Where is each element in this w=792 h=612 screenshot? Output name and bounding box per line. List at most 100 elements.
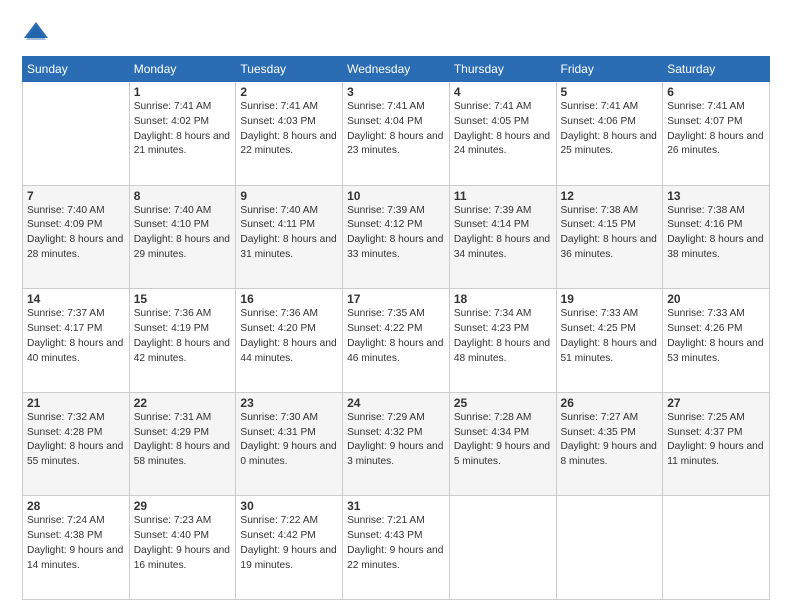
calendar-cell: 30 Sunrise: 7:22 AMSunset: 4:42 PMDayligh… bbox=[236, 496, 343, 600]
day-number: 3 bbox=[347, 85, 445, 99]
day-number: 20 bbox=[667, 292, 765, 306]
day-number: 15 bbox=[134, 292, 232, 306]
day-header-thursday: Thursday bbox=[449, 57, 556, 82]
day-number: 27 bbox=[667, 396, 765, 410]
calendar-cell: 12 Sunrise: 7:38 AMSunset: 4:15 PMDayligh… bbox=[556, 185, 663, 289]
day-number: 9 bbox=[240, 189, 338, 203]
calendar-cell: 25 Sunrise: 7:28 AMSunset: 4:34 PMDayligh… bbox=[449, 392, 556, 496]
calendar-week-1: 1Sunrise: 7:41 AMSunset: 4:02 PMDaylight… bbox=[23, 82, 770, 186]
calendar-cell: 3 Sunrise: 7:41 AMSunset: 4:04 PMDaylight… bbox=[343, 82, 450, 186]
day-number: 29 bbox=[134, 499, 232, 513]
day-number: 31 bbox=[347, 499, 445, 513]
calendar-cell bbox=[556, 496, 663, 600]
calendar-cell: 2 Sunrise: 7:41 AMSunset: 4:03 PMDaylight… bbox=[236, 82, 343, 186]
day-info: Sunrise: 7:38 AMSunset: 4:16 PMDaylight:… bbox=[667, 205, 763, 260]
day-info: Sunrise: 7:34 AMSunset: 4:23 PMDaylight:… bbox=[454, 308, 550, 363]
calendar-cell: 7 Sunrise: 7:40 AMSunset: 4:09 PMDaylight… bbox=[23, 185, 130, 289]
calendar-cell: 31Sunrise: 7:21 AMSunset: 4:43 PMDayligh… bbox=[343, 496, 450, 600]
calendar-cell: 18 Sunrise: 7:34 AMSunset: 4:23 PMDayligh… bbox=[449, 289, 556, 393]
day-number: 22 bbox=[134, 396, 232, 410]
day-number: 5 bbox=[561, 85, 659, 99]
day-number: 19 bbox=[561, 292, 659, 306]
day-number: 26 bbox=[561, 396, 659, 410]
day-number: 21 bbox=[27, 396, 125, 410]
calendar-table: SundayMondayTuesdayWednesdayThursdayFrid… bbox=[22, 56, 770, 600]
day-info: Sunrise: 7:41 AMSunset: 4:04 PMDaylight:… bbox=[347, 101, 443, 156]
day-info: Sunrise: 7:32 AMSunset: 4:28 PMDaylight:… bbox=[27, 412, 123, 467]
calendar-cell bbox=[663, 496, 770, 600]
day-info: Sunrise: 7:28 AMSunset: 4:34 PMDaylight:… bbox=[454, 412, 550, 467]
day-info: Sunrise: 7:33 AMSunset: 4:26 PMDaylight:… bbox=[667, 308, 763, 363]
day-number: 16 bbox=[240, 292, 338, 306]
calendar-cell: 26 Sunrise: 7:27 AMSunset: 4:35 PMDayligh… bbox=[556, 392, 663, 496]
day-number: 13 bbox=[667, 189, 765, 203]
day-info: Sunrise: 7:40 AMSunset: 4:10 PMDaylight:… bbox=[134, 205, 230, 260]
day-info: Sunrise: 7:29 AMSunset: 4:32 PMDaylight:… bbox=[347, 412, 443, 467]
day-info: Sunrise: 7:25 AMSunset: 4:37 PMDaylight:… bbox=[667, 412, 763, 467]
day-info: Sunrise: 7:41 AMSunset: 4:05 PMDaylight:… bbox=[454, 101, 550, 156]
day-number: 18 bbox=[454, 292, 552, 306]
calendar-week-5: 28 Sunrise: 7:24 AMSunset: 4:38 PMDayligh… bbox=[23, 496, 770, 600]
day-info: Sunrise: 7:33 AMSunset: 4:25 PMDaylight:… bbox=[561, 308, 657, 363]
day-number: 4 bbox=[454, 85, 552, 99]
day-number: 25 bbox=[454, 396, 552, 410]
day-info: Sunrise: 7:30 AMSunset: 4:31 PMDaylight:… bbox=[240, 412, 336, 467]
calendar-week-2: 7 Sunrise: 7:40 AMSunset: 4:09 PMDaylight… bbox=[23, 185, 770, 289]
day-number: 30 bbox=[240, 499, 338, 513]
calendar-cell: 17 Sunrise: 7:35 AMSunset: 4:22 PMDayligh… bbox=[343, 289, 450, 393]
day-info: Sunrise: 7:24 AMSunset: 4:38 PMDaylight:… bbox=[27, 515, 123, 570]
day-info: Sunrise: 7:37 AMSunset: 4:17 PMDaylight:… bbox=[27, 308, 123, 363]
calendar-cell: 1Sunrise: 7:41 AMSunset: 4:02 PMDaylight… bbox=[129, 82, 236, 186]
day-number: 12 bbox=[561, 189, 659, 203]
day-info: Sunrise: 7:36 AMSunset: 4:19 PMDaylight:… bbox=[134, 308, 230, 363]
day-info: Sunrise: 7:36 AMSunset: 4:20 PMDaylight:… bbox=[240, 308, 336, 363]
day-header-tuesday: Tuesday bbox=[236, 57, 343, 82]
day-info: Sunrise: 7:41 AMSunset: 4:07 PMDaylight:… bbox=[667, 101, 763, 156]
calendar-cell: 6 Sunrise: 7:41 AMSunset: 4:07 PMDaylight… bbox=[663, 82, 770, 186]
calendar-cell bbox=[23, 82, 130, 186]
calendar-cell: 13 Sunrise: 7:38 AMSunset: 4:16 PMDayligh… bbox=[663, 185, 770, 289]
calendar-cell: 15 Sunrise: 7:36 AMSunset: 4:19 PMDayligh… bbox=[129, 289, 236, 393]
day-header-sunday: Sunday bbox=[23, 57, 130, 82]
day-info: Sunrise: 7:40 AMSunset: 4:09 PMDaylight:… bbox=[27, 205, 123, 260]
day-number: 17 bbox=[347, 292, 445, 306]
day-number: 11 bbox=[454, 189, 552, 203]
calendar-cell: 16 Sunrise: 7:36 AMSunset: 4:20 PMDayligh… bbox=[236, 289, 343, 393]
day-info: Sunrise: 7:35 AMSunset: 4:22 PMDaylight:… bbox=[347, 308, 443, 363]
day-info: Sunrise: 7:27 AMSunset: 4:35 PMDaylight:… bbox=[561, 412, 657, 467]
calendar-cell: 4 Sunrise: 7:41 AMSunset: 4:05 PMDaylight… bbox=[449, 82, 556, 186]
calendar-cell: 11 Sunrise: 7:39 AMSunset: 4:14 PMDayligh… bbox=[449, 185, 556, 289]
calendar-cell: 29Sunrise: 7:23 AMSunset: 4:40 PMDayligh… bbox=[129, 496, 236, 600]
logo-icon bbox=[22, 18, 50, 46]
day-number: 7 bbox=[27, 189, 125, 203]
calendar-cell: 23 Sunrise: 7:30 AMSunset: 4:31 PMDayligh… bbox=[236, 392, 343, 496]
day-info: Sunrise: 7:41 AMSunset: 4:06 PMDaylight:… bbox=[561, 101, 657, 156]
calendar-cell: 8 Sunrise: 7:40 AMSunset: 4:10 PMDaylight… bbox=[129, 185, 236, 289]
day-info: Sunrise: 7:39 AMSunset: 4:14 PMDaylight:… bbox=[454, 205, 550, 260]
calendar-header-row: SundayMondayTuesdayWednesdayThursdayFrid… bbox=[23, 57, 770, 82]
day-number: 8 bbox=[134, 189, 232, 203]
day-number: 6 bbox=[667, 85, 765, 99]
calendar-page: SundayMondayTuesdayWednesdayThursdayFrid… bbox=[0, 0, 792, 612]
day-number: 10 bbox=[347, 189, 445, 203]
day-number: 23 bbox=[240, 396, 338, 410]
day-info: Sunrise: 7:40 AMSunset: 4:11 PMDaylight:… bbox=[240, 205, 336, 260]
calendar-cell: 20 Sunrise: 7:33 AMSunset: 4:26 PMDayligh… bbox=[663, 289, 770, 393]
calendar-cell: 21 Sunrise: 7:32 AMSunset: 4:28 PMDayligh… bbox=[23, 392, 130, 496]
calendar-cell bbox=[449, 496, 556, 600]
day-info: Sunrise: 7:41 AMSunset: 4:03 PMDaylight:… bbox=[240, 101, 336, 156]
day-header-monday: Monday bbox=[129, 57, 236, 82]
calendar-cell: 10 Sunrise: 7:39 AMSunset: 4:12 PMDayligh… bbox=[343, 185, 450, 289]
calendar-cell: 27 Sunrise: 7:25 AMSunset: 4:37 PMDayligh… bbox=[663, 392, 770, 496]
day-info: Sunrise: 7:22 AMSunset: 4:42 PMDaylight:… bbox=[240, 515, 336, 570]
calendar-cell: 9 Sunrise: 7:40 AMSunset: 4:11 PMDaylight… bbox=[236, 185, 343, 289]
day-number: 2 bbox=[240, 85, 338, 99]
page-header bbox=[22, 18, 770, 46]
calendar-week-4: 21 Sunrise: 7:32 AMSunset: 4:28 PMDayligh… bbox=[23, 392, 770, 496]
day-header-friday: Friday bbox=[556, 57, 663, 82]
day-number: 28 bbox=[27, 499, 125, 513]
calendar-cell: 14Sunrise: 7:37 AMSunset: 4:17 PMDayligh… bbox=[23, 289, 130, 393]
day-info: Sunrise: 7:39 AMSunset: 4:12 PMDaylight:… bbox=[347, 205, 443, 260]
day-number: 1 bbox=[134, 85, 232, 99]
day-info: Sunrise: 7:38 AMSunset: 4:15 PMDaylight:… bbox=[561, 205, 657, 260]
